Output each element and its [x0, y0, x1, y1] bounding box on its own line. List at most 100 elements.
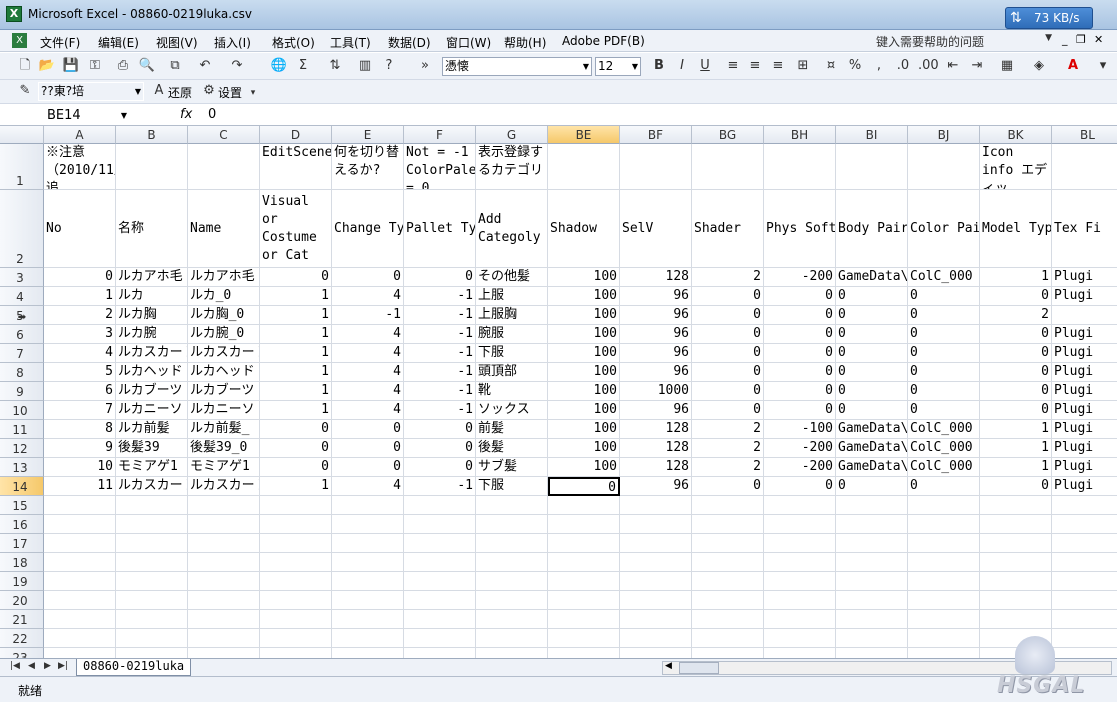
copy-icon[interactable]: ⧉: [166, 57, 184, 75]
data-cell[interactable]: 0: [908, 325, 980, 344]
data-cell[interactable]: 0: [260, 458, 332, 477]
data-cell[interactable]: 0: [908, 363, 980, 382]
empty-cell[interactable]: [332, 629, 404, 648]
menu-tools[interactable]: 工具(T): [330, 34, 371, 51]
data-cell[interactable]: ルカ腕: [116, 325, 188, 344]
data-cell[interactable]: 100: [548, 458, 620, 477]
data-cell[interactable]: ルカ前髪: [116, 420, 188, 439]
row-header-1[interactable]: 1: [0, 144, 44, 190]
empty-cell[interactable]: [1052, 591, 1117, 610]
column-header-d[interactable]: D: [260, 126, 332, 144]
data-cell[interactable]: 0: [764, 344, 836, 363]
empty-cell[interactable]: [332, 515, 404, 534]
column-header-bg[interactable]: BG: [692, 126, 764, 144]
data-cell[interactable]: 靴: [476, 382, 548, 401]
data-cell[interactable]: 0: [980, 287, 1052, 306]
empty-cell[interactable]: [116, 553, 188, 572]
data-cell[interactable]: [1052, 306, 1117, 325]
data-cell[interactable]: -200: [764, 458, 836, 477]
empty-cell[interactable]: [332, 610, 404, 629]
empty-cell[interactable]: [332, 496, 404, 515]
data-cell[interactable]: Plugi: [1052, 287, 1117, 306]
data-cell[interactable]: 0: [908, 477, 980, 496]
empty-cell[interactable]: [764, 648, 836, 658]
header-note-cell[interactable]: EditSceneParamet??: [260, 144, 332, 190]
data-cell[interactable]: モミアゲ1: [188, 458, 260, 477]
empty-cell[interactable]: [1052, 515, 1117, 534]
data-cell[interactable]: 1: [260, 401, 332, 420]
data-cell[interactable]: ルカニーソ: [116, 401, 188, 420]
save-icon[interactable]: 💾: [62, 57, 80, 75]
data-cell[interactable]: 0: [692, 325, 764, 344]
data-cell[interactable]: -200: [764, 268, 836, 287]
formula-input[interactable]: 0: [208, 107, 216, 122]
row-header-11[interactable]: 11: [0, 420, 44, 439]
data-cell[interactable]: 2: [692, 439, 764, 458]
menu-view[interactable]: 视图(V): [156, 34, 198, 51]
empty-cell[interactable]: [188, 496, 260, 515]
empty-cell[interactable]: [116, 496, 188, 515]
data-cell[interactable]: -100: [764, 420, 836, 439]
empty-cell[interactable]: [908, 648, 980, 658]
empty-cell[interactable]: [692, 496, 764, 515]
data-cell[interactable]: -1: [404, 401, 476, 420]
comma-style-icon[interactable]: ,: [870, 57, 888, 75]
data-cell[interactable]: 0: [332, 268, 404, 287]
header-note-cell[interactable]: Icon info エディッ: [980, 144, 1052, 190]
column-header-bi[interactable]: BI: [836, 126, 908, 144]
field-name-cell[interactable]: Change Ty: [332, 190, 404, 268]
data-cell[interactable]: 0: [260, 268, 332, 287]
empty-cell[interactable]: [836, 572, 908, 591]
empty-cell[interactable]: [692, 572, 764, 591]
data-cell[interactable]: 2: [980, 306, 1052, 325]
empty-cell[interactable]: [332, 572, 404, 591]
borders-icon[interactable]: ▦: [998, 57, 1016, 75]
row-header-21[interactable]: 21: [0, 610, 44, 629]
data-cell[interactable]: 0: [764, 325, 836, 344]
empty-cell[interactable]: [548, 515, 620, 534]
data-cell[interactable]: 0: [764, 306, 836, 325]
empty-cell[interactable]: [476, 629, 548, 648]
empty-cell[interactable]: [332, 534, 404, 553]
data-cell[interactable]: 頭頂部: [476, 363, 548, 382]
empty-cell[interactable]: [44, 610, 116, 629]
header-note-cell[interactable]: [548, 144, 620, 190]
empty-cell[interactable]: [476, 648, 548, 658]
data-cell[interactable]: ColC_000: [908, 420, 980, 439]
empty-cell[interactable]: [764, 496, 836, 515]
empty-cell[interactable]: [620, 572, 692, 591]
data-cell[interactable]: -1: [404, 477, 476, 496]
empty-cell[interactable]: [404, 515, 476, 534]
empty-cell[interactable]: [44, 496, 116, 515]
column-header-f[interactable]: F: [404, 126, 476, 144]
menu-format[interactable]: 格式(O): [272, 34, 315, 51]
chevron-down-icon[interactable]: ▼: [121, 107, 127, 125]
empty-cell[interactable]: [980, 610, 1052, 629]
data-cell[interactable]: 0: [764, 382, 836, 401]
data-cell[interactable]: 後髪39_0: [188, 439, 260, 458]
column-header-c[interactable]: C: [188, 126, 260, 144]
data-cell[interactable]: ColC_000: [908, 268, 980, 287]
header-note-cell[interactable]: [116, 144, 188, 190]
data-cell[interactable]: 9: [44, 439, 116, 458]
empty-cell[interactable]: [692, 648, 764, 658]
open-folder-icon[interactable]: 📂: [38, 57, 56, 75]
empty-cell[interactable]: [116, 572, 188, 591]
data-cell[interactable]: Plugi: [1052, 401, 1117, 420]
empty-cell[interactable]: [836, 553, 908, 572]
empty-cell[interactable]: [116, 515, 188, 534]
data-cell[interactable]: 下服: [476, 344, 548, 363]
data-cell[interactable]: 2: [692, 458, 764, 477]
column-header-bl[interactable]: BL: [1052, 126, 1117, 144]
data-cell[interactable]: ルカ: [116, 287, 188, 306]
row-header-19[interactable]: 19: [0, 572, 44, 591]
empty-cell[interactable]: [836, 648, 908, 658]
data-cell[interactable]: 4: [44, 344, 116, 363]
empty-cell[interactable]: [44, 572, 116, 591]
row-header-15[interactable]: 15: [0, 496, 44, 515]
field-name-cell[interactable]: SelV: [620, 190, 692, 268]
data-cell[interactable]: 0: [908, 382, 980, 401]
header-note-cell[interactable]: [764, 144, 836, 190]
empty-cell[interactable]: [116, 629, 188, 648]
field-name-cell[interactable]: 名称: [116, 190, 188, 268]
